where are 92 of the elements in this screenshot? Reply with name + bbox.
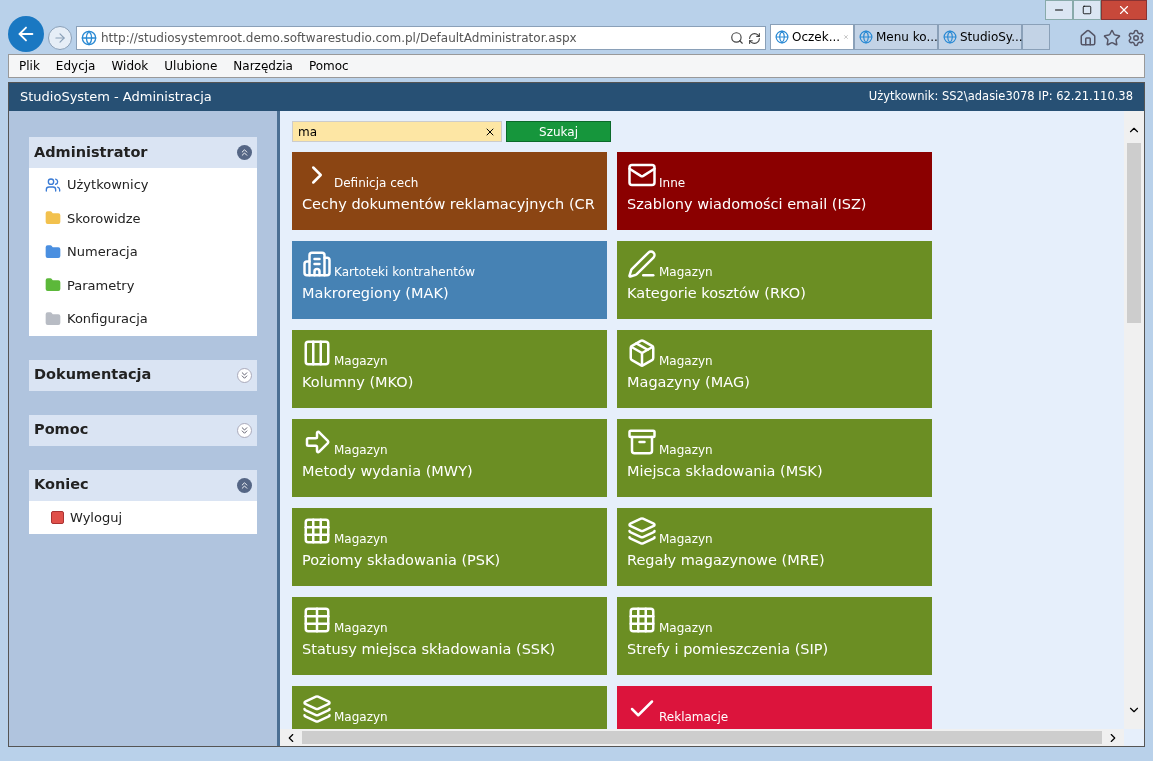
building-icon xyxy=(302,249,332,279)
tile[interactable]: Kartoteki kontrahentów Makroregiony (MAK) xyxy=(292,241,607,319)
horizontal-scrollbar[interactable] xyxy=(280,729,1124,746)
tile-title: Cechy dokumentów reklamacyjnych (CR xyxy=(302,195,596,214)
tile-category: Magazyn xyxy=(659,443,713,457)
settings-icon[interactable] xyxy=(1127,29,1145,47)
forward-arrow-icon xyxy=(53,31,67,45)
maximize-button[interactable] xyxy=(1073,0,1101,20)
users-icon xyxy=(45,176,61,193)
tile-category: Magazyn xyxy=(334,354,388,368)
tile-title: Makroregiony (MAK) xyxy=(302,284,450,303)
tile[interactable]: Magazyn Statusy miejsca składowania (SSK) xyxy=(292,597,607,675)
browser-tab[interactable]: StudioSy... xyxy=(938,24,1022,50)
tile-category: Magazyn xyxy=(334,443,388,457)
tile-category: Magazyn xyxy=(659,532,713,546)
tile-title: Poziomy składowania (PSK) xyxy=(302,551,502,570)
menu-item[interactable]: Pomoc xyxy=(308,57,349,75)
tile-category: Magazyn xyxy=(334,621,388,635)
tile[interactable]: Magazyn Kolumny (MKO) xyxy=(292,330,607,408)
tile[interactable]: Magazyn Poziomy składowania (PSK) xyxy=(292,508,607,586)
collapse-icon[interactable] xyxy=(237,477,252,493)
menu-item[interactable]: Widok xyxy=(111,57,149,75)
menu-item[interactable]: Plik xyxy=(19,57,40,75)
grid-icon xyxy=(627,605,657,635)
maximize-icon xyxy=(1082,5,1092,15)
tile-category: Reklamacje xyxy=(659,710,729,724)
tile-title: Kategorie kosztów (RKO) xyxy=(627,284,807,303)
menu-item[interactable]: Narzędzia xyxy=(233,57,293,75)
tile[interactable]: Inne Szablony wiadomości email (ISZ) xyxy=(617,152,932,230)
scroll-thumb[interactable] xyxy=(1127,143,1141,323)
browser-tab[interactable]: Menu ko... xyxy=(854,24,938,50)
scroll-thumb[interactable] xyxy=(302,731,1102,744)
sidebar-item[interactable]: Parametry xyxy=(67,275,135,295)
search-field[interactable]: ma xyxy=(292,121,502,142)
menu-item[interactable]: Edycja xyxy=(55,57,96,75)
tile[interactable]: Reklamacje xyxy=(617,686,932,729)
refresh-icon[interactable] xyxy=(748,31,761,45)
tile-title: Metody wydania (MWY) xyxy=(302,462,474,481)
tile-title: Strefy i pomieszczenia (SIP) xyxy=(627,640,830,659)
pen-icon xyxy=(627,249,657,279)
tile-title: Statusy miejsca składowania (SSK) xyxy=(302,640,557,659)
section-header[interactable]: Dokumentacja xyxy=(29,359,257,391)
columns-icon xyxy=(302,338,332,368)
sidebar-item[interactable]: Skorowidze xyxy=(67,208,141,228)
browser-tab[interactable]: Oczek... xyxy=(770,24,854,50)
close-icon xyxy=(1117,3,1131,17)
tile-category: Kartoteki kontrahentów xyxy=(334,265,476,279)
table-icon xyxy=(302,605,332,635)
sidebar-item[interactable]: Konfiguracja xyxy=(67,309,148,329)
expand-icon[interactable] xyxy=(237,367,252,383)
section-header[interactable]: Koniec xyxy=(29,469,257,501)
tile-title: Szablony wiadomości email (ISZ) xyxy=(627,195,868,214)
minimize-button[interactable] xyxy=(1045,0,1073,20)
tile-category: Magazyn xyxy=(659,621,713,635)
search-icon[interactable] xyxy=(730,31,744,45)
sidebar-item[interactable]: Użytkownicy xyxy=(67,175,149,195)
tile-title: Magazyny (MAG) xyxy=(627,373,751,392)
section-header[interactable]: Administrator xyxy=(29,137,257,168)
tile[interactable]: Magazyn Magazyny (MAG) xyxy=(617,330,932,408)
tile-category: Magazyn xyxy=(334,710,388,724)
tile[interactable]: Magazyn Metody wydania (MWY) xyxy=(292,419,607,497)
close-button[interactable] xyxy=(1101,0,1147,20)
tile-category: Definicja cech xyxy=(334,176,419,190)
tile[interactable]: Magazyn Miejsca składowania (MSK) xyxy=(617,419,932,497)
sidebar-item[interactable]: Wyloguj xyxy=(70,507,122,527)
tile[interactable]: Magazyn Strefy i pomieszczenia (SIP) xyxy=(617,597,932,675)
menu-item[interactable]: Ulubione xyxy=(164,57,218,75)
home-icon[interactable] xyxy=(1079,29,1097,47)
expand-icon[interactable] xyxy=(237,422,252,438)
favorites-icon[interactable] xyxy=(1103,29,1121,47)
tile[interactable]: Magazyn Kategorie kosztów (RKO) xyxy=(617,241,932,319)
tile-category: Magazyn xyxy=(334,532,388,546)
app-title: StudioSystem - Administracja xyxy=(20,88,212,107)
grid-icon xyxy=(302,516,332,546)
address-text: http://studiosystemroot.demo.softwarestudio.com.pl/DefaultAdministrator.aspx xyxy=(101,30,578,47)
tile[interactable]: Magazyn Regały magazynowe (MRE) xyxy=(617,508,932,586)
section-header[interactable]: Pomoc xyxy=(29,414,257,446)
sidebar-item[interactable]: Numeracja xyxy=(67,242,138,262)
back-button[interactable] xyxy=(8,16,44,52)
tile-category: Magazyn xyxy=(659,354,713,368)
user-info: Użytkownik: SS2\adasie3078 IP: 62.21.110.38 xyxy=(868,88,1133,106)
search-button[interactable]: Szukaj xyxy=(506,121,611,142)
tile-title: Kolumny (MKO) xyxy=(302,373,415,392)
tile[interactable]: Magazyn xyxy=(292,686,607,729)
tile[interactable]: Definicja cech Cechy dokumentów reklamacyjnych (CR xyxy=(292,152,607,230)
tile-category: Magazyn xyxy=(659,265,713,279)
tile-title: Regały magazynowe (MRE) xyxy=(627,551,826,570)
tile-category: Inne xyxy=(659,176,686,190)
collapse-icon[interactable] xyxy=(237,145,252,160)
address-bar[interactable]: http://studiosystemroot.demo.softwarestudio.com.pl/DefaultAdministrator.aspx xyxy=(76,26,766,50)
vertical-scrollbar[interactable] xyxy=(1124,111,1144,729)
tile-title: Miejsca składowania (MSK) xyxy=(627,462,824,481)
